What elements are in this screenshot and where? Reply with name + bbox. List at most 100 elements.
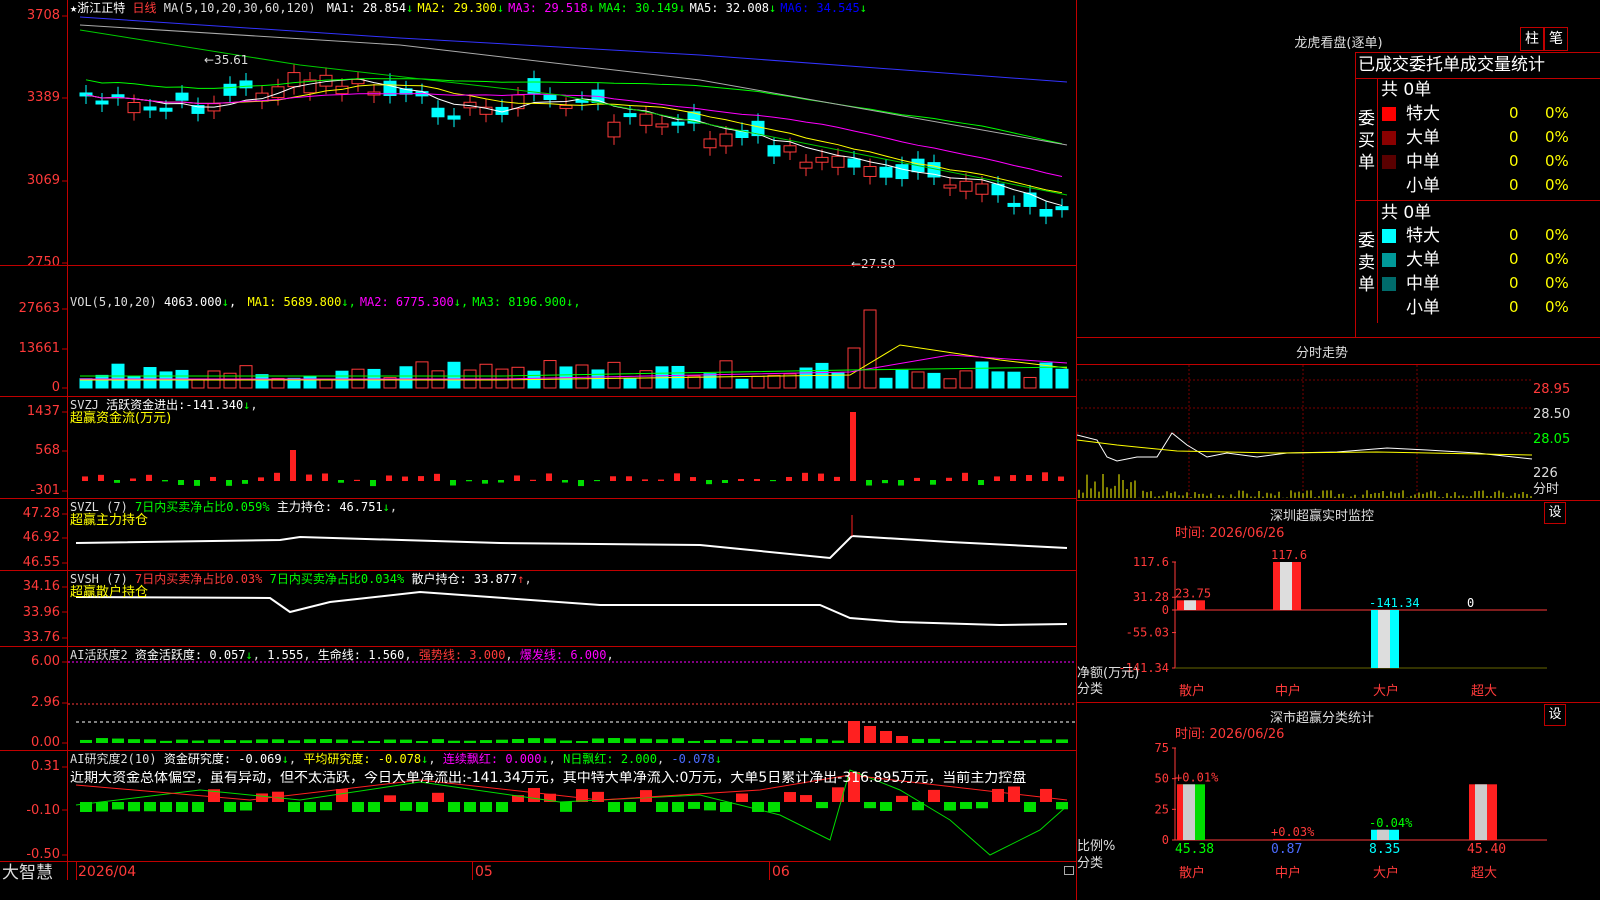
buy-side-label: 委买单: [1358, 109, 1375, 173]
candle: [1023, 192, 1037, 207]
intraday-title: 分时走势: [1295, 346, 1348, 361]
activity-bar: [1024, 740, 1036, 743]
lock-icon[interactable]: [1064, 866, 1074, 875]
order-size-label: 大单: [1406, 128, 1440, 148]
candle: [975, 183, 989, 195]
candle: [783, 145, 797, 153]
divider: [0, 498, 1077, 499]
sz-monitor-settings-button[interactable]: 设: [1544, 502, 1566, 524]
svsh-tick: 33.76: [22, 630, 60, 645]
ai-active-tick: 2.96: [31, 695, 60, 710]
bar-view-button[interactable]: 柱: [1520, 27, 1544, 51]
volume-bar: [191, 379, 205, 389]
research-bar: [192, 802, 204, 812]
monitor-category-label: 超大: [1471, 684, 1497, 699]
intraday-vol-label: 分时: [1533, 482, 1560, 497]
research-bar: [704, 802, 716, 811]
volume-bar: [959, 370, 973, 389]
svsh-header: SVSH (7) 7日内买卖净占比0.03% 7日内买卖净占比0.034% 散户…: [70, 572, 532, 586]
candle: [895, 164, 909, 180]
class-tick-label: 0: [1162, 833, 1169, 847]
fund-flow-bar: [674, 473, 680, 481]
candle: [623, 113, 637, 118]
svzj-subtitle: 超赢资金流(万元): [70, 411, 172, 426]
activity-bar: [688, 740, 700, 743]
tick-view-button[interactable]: 笔: [1544, 27, 1568, 51]
activity-bar: [160, 740, 172, 743]
volume-bar: [623, 378, 637, 389]
fund-flow-bar: [514, 475, 520, 481]
volume-bar: [879, 377, 893, 389]
fund-flow-bar: [450, 480, 456, 486]
intraday-chart[interactable]: [1077, 365, 1600, 500]
volume-bar: [735, 378, 749, 389]
fund-flow-bar: [802, 472, 808, 481]
candle: [287, 72, 301, 88]
activity-bar: [624, 738, 636, 743]
fund-flow-bar: [498, 480, 504, 483]
activity-bar: [176, 739, 188, 743]
research-bar: [800, 795, 812, 802]
candle: [223, 83, 237, 96]
volume-bar: [319, 378, 333, 389]
activity-bar: [752, 739, 764, 743]
date-axis-month: 05: [475, 864, 493, 880]
fund-flow-bar: [930, 480, 936, 485]
monitor-tick-label: -55.03: [1126, 626, 1169, 640]
date-tick: [769, 862, 770, 880]
research-bar: [176, 802, 188, 812]
activity-bar: [704, 740, 716, 743]
research-bar: [160, 802, 172, 812]
fund-flow-bar: [642, 479, 648, 481]
research-bar: [416, 802, 428, 812]
research-bar: [240, 802, 252, 811]
research-bar: [992, 788, 1004, 802]
date-tick: [76, 862, 77, 880]
svzj-header: SVZJ 活跃资金进出:-141.340↓,: [70, 398, 258, 412]
sz-class-settings-button[interactable]: 设: [1544, 704, 1566, 726]
kline-panel[interactable]: ★浙江正特 日线 MA(5,10,20,30,60,120) MA1: 28.8…: [0, 0, 1077, 900]
fund-flow-bar: [962, 472, 968, 481]
volume-bar: [751, 375, 765, 389]
order-pct: 0%: [1545, 104, 1569, 122]
class-bar-highlight: [1183, 784, 1195, 840]
class-bar: [1273, 838, 1301, 840]
activity-bar: [112, 738, 124, 743]
research-bar: [96, 802, 108, 812]
intraday-tick: 28.05: [1533, 432, 1571, 447]
intraday-tick: 28.95: [1533, 382, 1571, 397]
class-change-label: +0.01%: [1175, 770, 1219, 784]
fund-flow-bar: [274, 472, 280, 481]
research-bar: [336, 789, 348, 802]
class-chart: 75 50 25 0 +0.01% 45.38 散户 +0.03% 0.87 中户 -0.04% 8.…: [1155, 741, 1547, 881]
candle: [719, 133, 733, 147]
volume-bar: [847, 347, 861, 389]
order-count: 0: [1509, 104, 1519, 122]
activity-bar: [464, 740, 476, 743]
class-change-label: -0.04%: [1369, 816, 1413, 830]
candle: [959, 180, 973, 192]
vol-ma-value: MA3: 8196.900: [472, 295, 567, 309]
class-category-label: 大户: [1373, 865, 1399, 881]
activity-bar: [208, 739, 220, 743]
activity-bar: [864, 726, 876, 743]
class-tick-label: 25: [1155, 802, 1169, 816]
volume-bar: [575, 364, 589, 389]
ai-research-tick: 0.31: [31, 759, 60, 774]
activity-bar: [736, 740, 748, 743]
fund-flow-bar: [418, 476, 424, 481]
candle: [1007, 202, 1021, 207]
divider: [1077, 500, 1600, 501]
svzl-subtitle: 超赢主力持仓: [70, 513, 149, 528]
order-pct: 0%: [1545, 176, 1569, 194]
order-size-label: 特大: [1406, 226, 1440, 246]
vol-tick: 13661: [18, 341, 60, 356]
activity-bar: [976, 740, 988, 743]
divider: [1077, 337, 1600, 338]
class-value-label: 45.38: [1175, 842, 1214, 857]
divider: [1077, 702, 1600, 703]
class-tick-label: 50: [1155, 772, 1169, 786]
sz-monitor-title: 深圳超赢实时监控: [1269, 509, 1374, 524]
divider: [1355, 78, 1600, 79]
class-x-label: 分类: [1077, 856, 1104, 871]
